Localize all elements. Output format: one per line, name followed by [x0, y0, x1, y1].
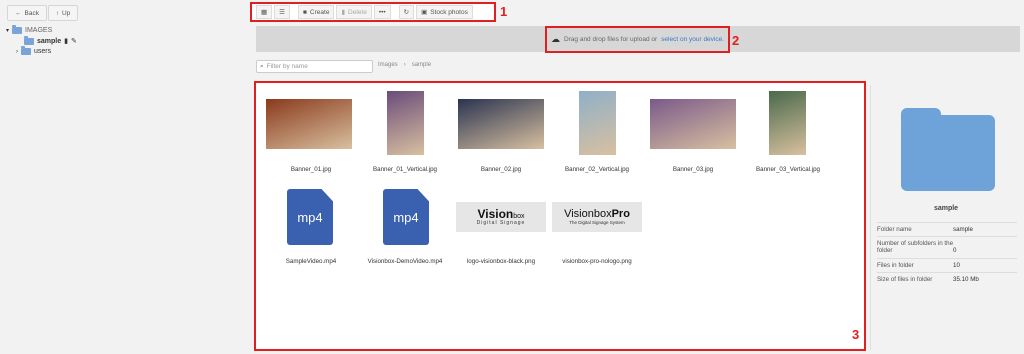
folder-icon: ■ — [302, 8, 307, 16]
stock-photos-button[interactable]: ▣ Stock photos — [416, 5, 473, 19]
arrow-up-icon: ↑ — [55, 9, 59, 17]
file-name[interactable]: visionbox-pro-nologo.png — [542, 258, 652, 265]
callout-2: 2 — [732, 33, 740, 48]
cloud-upload-icon: ☁ — [550, 34, 560, 44]
detail-row: Folder name sample — [877, 222, 1017, 233]
selected-folder-name: sample — [933, 205, 959, 212]
file-name[interactable]: Banner_02.jpg — [446, 166, 556, 173]
chevron-right-icon: › — [403, 62, 406, 68]
folder-tree: ▾ IMAGES sample ▮ ✎ › users — [6, 25, 77, 55]
select-device-link[interactable]: select on your device. — [661, 36, 724, 43]
refresh-button[interactable]: ↻ — [398, 5, 415, 19]
pencil-icon[interactable]: ✎ — [71, 37, 77, 45]
delete-button[interactable]: ▮ Delete — [336, 5, 372, 19]
folder-icon — [21, 46, 31, 55]
back-button[interactable]: ← Back — [7, 5, 47, 21]
detail-row: Number of subfolders in the folder 0 — [877, 236, 1017, 254]
callout-3: 3 — [852, 327, 860, 342]
file-grid: Banner_01.jpg Banner_01_Vertical.jpg Ban… — [254, 81, 866, 351]
search-icon: ⌕ — [260, 62, 264, 70]
filter-input[interactable]: ⌕ Filter by name — [256, 60, 373, 73]
file-thumbnail[interactable] — [266, 99, 352, 149]
file-thumbnail[interactable] — [579, 91, 616, 155]
trash-icon: ▮ — [341, 9, 346, 16]
file-thumbnail[interactable] — [650, 99, 736, 149]
file-name[interactable]: Banner_03.jpg — [638, 166, 748, 173]
create-button[interactable]: ■ Create — [297, 5, 335, 19]
up-button[interactable]: ↑ Up — [48, 5, 78, 21]
file-thumbnail[interactable] — [458, 99, 544, 149]
details-panel: sample Folder name sample Number of subfo… — [870, 85, 1021, 350]
toolbar: ▦ ☰ ■ Create ▮ Delete ••• ↻ ▣ Stock photos — [250, 2, 496, 22]
upload-prompt[interactable]: ☁ Drag and drop files for upload or sele… — [545, 26, 730, 53]
arrow-left-icon: ← — [15, 9, 22, 17]
file-name[interactable]: Visionbox-DemoVideo.mp4 — [350, 258, 460, 265]
tree-item-users[interactable]: › users — [16, 46, 77, 55]
callout-1: 1 — [500, 4, 508, 19]
file-thumbnail[interactable] — [769, 91, 806, 155]
detail-row: Files in folder 10 — [877, 258, 1017, 269]
video-file-icon[interactable]: mp4 — [383, 189, 429, 245]
breadcrumb-root[interactable]: Images — [378, 62, 398, 68]
file-name[interactable]: Banner_03_Vertical.jpg — [733, 166, 843, 173]
list-view-icon: ☰ — [279, 9, 285, 16]
file-name[interactable]: Banner_01_Vertical.jpg — [350, 166, 460, 173]
video-file-icon[interactable]: mp4 — [287, 189, 333, 245]
grid-view-button[interactable]: ▦ — [256, 5, 273, 19]
folder-icon — [24, 35, 34, 45]
folder-icon — [12, 25, 23, 34]
grid-view-icon: ▦ — [261, 9, 268, 16]
more-button[interactable]: ••• — [373, 5, 391, 19]
list-view-button[interactable]: ☰ — [274, 5, 290, 19]
refresh-icon: ↻ — [403, 9, 410, 16]
trash-icon[interactable]: ▮ — [64, 37, 68, 45]
file-thumbnail[interactable]: Visionbox Digital Signage — [456, 202, 546, 232]
breadcrumb-current: sample — [411, 62, 432, 68]
file-name[interactable]: logo-visionbox-black.png — [446, 258, 556, 265]
file-name[interactable]: Banner_02_Vertical.jpg — [542, 166, 652, 173]
chevron-down-icon[interactable]: ▾ — [6, 27, 9, 34]
file-thumbnail[interactable]: VisionboxPro The Digital Signage System — [552, 202, 642, 232]
detail-row: Size of files in folder 35.10 Mb — [877, 272, 1017, 283]
folder-icon — [901, 108, 995, 191]
file-thumbnail[interactable] — [387, 91, 424, 155]
tree-root[interactable]: ▾ IMAGES — [6, 25, 77, 34]
breadcrumb: Images › sample — [378, 62, 431, 68]
tree-item-sample[interactable]: sample ▮ ✎ — [24, 35, 77, 45]
chevron-right-icon[interactable]: › — [16, 49, 18, 55]
image-icon: ▣ — [421, 9, 428, 16]
